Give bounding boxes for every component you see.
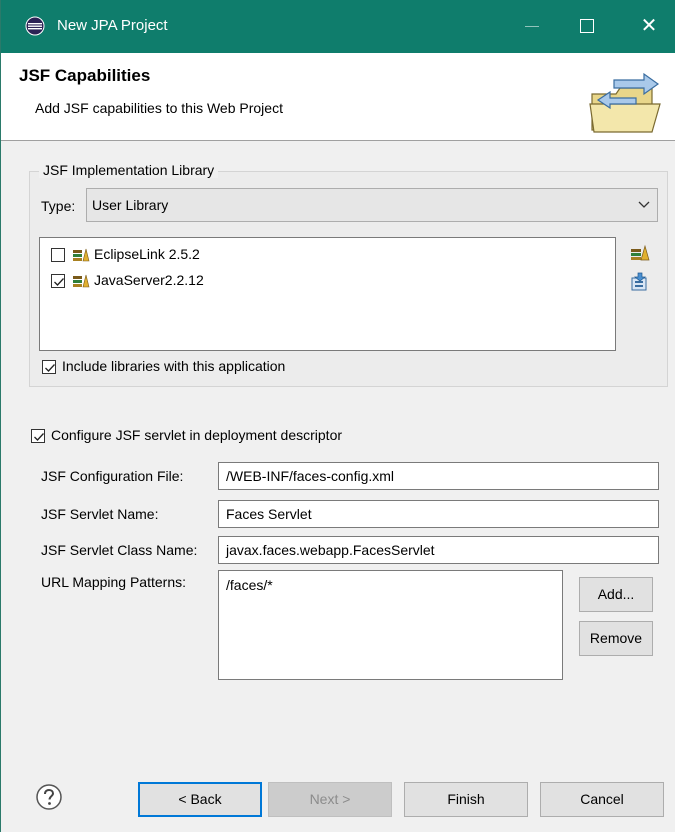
library-name: JavaServer2.2.12 — [94, 272, 204, 288]
servlet-class-field[interactable]: javax.faces.webapp.FacesServlet — [218, 536, 659, 564]
servlet-name-label: JSF Servlet Name: — [41, 506, 159, 522]
back-button[interactable]: < Back — [138, 782, 262, 817]
library-checkbox-javaserver[interactable] — [51, 274, 65, 288]
library-checkbox-eclipselink[interactable] — [51, 248, 65, 262]
window-title: New JPA Project — [57, 17, 168, 34]
manage-libraries-icon[interactable] — [630, 243, 650, 263]
page-title: JSF Capabilities — [19, 66, 151, 85]
eclipse-app-icon — [25, 16, 45, 36]
checkmark-icon — [54, 278, 64, 286]
checkmark-icon — [34, 433, 44, 441]
library-icon — [73, 274, 90, 288]
library-name: EclipseLink 2.5.2 — [94, 246, 200, 262]
help-icon[interactable] — [35, 783, 63, 811]
chevron-down-icon — [638, 201, 650, 208]
type-label: Type: — [41, 198, 76, 214]
download-library-icon[interactable] — [630, 272, 650, 292]
maximize-icon — [580, 19, 594, 33]
finish-button[interactable]: Finish — [404, 782, 528, 817]
title-bar[interactable]: New JPA Project ✕ — [1, 0, 675, 53]
library-icon — [73, 248, 90, 262]
wizard-banner: JSF Capabilities Add JSF capabilities to… — [1, 53, 675, 141]
url-patterns-list[interactable]: /faces/* — [218, 570, 563, 680]
next-button[interactable]: Next > — [268, 782, 392, 817]
close-button[interactable]: ✕ — [626, 0, 672, 53]
include-libraries-label[interactable]: Include libraries with this application — [62, 358, 285, 374]
folder-transfer-icon — [589, 72, 661, 133]
library-list[interactable]: EclipseLink 2.5.2 JavaServer2.2.12 — [39, 237, 616, 351]
config-file-field[interactable]: /WEB-INF/faces-config.xml — [218, 462, 659, 490]
config-file-label: JSF Configuration File: — [41, 468, 184, 484]
remove-pattern-button[interactable]: Remove — [579, 621, 653, 656]
type-select-value: User Library — [92, 197, 169, 213]
list-item[interactable]: /faces/* — [226, 577, 555, 593]
type-select[interactable]: User Library — [86, 188, 658, 222]
include-libraries-checkbox[interactable] — [42, 360, 56, 374]
minimize-icon — [525, 26, 539, 27]
add-pattern-button[interactable]: Add... — [579, 577, 653, 612]
checkmark-icon — [45, 364, 55, 372]
cancel-button[interactable]: Cancel — [540, 782, 664, 817]
url-patterns-label: URL Mapping Patterns: — [41, 574, 186, 590]
dialog-window: New JPA Project ✕ JSF Capabilities Add J… — [0, 0, 675, 832]
list-item[interactable]: EclipseLink 2.5.2 — [51, 245, 451, 267]
configure-servlet-label[interactable]: Configure JSF servlet in deployment desc… — [51, 427, 342, 443]
maximize-button[interactable] — [564, 0, 610, 53]
minimize-button[interactable] — [509, 0, 555, 53]
page-description: Add JSF capabilities to this Web Project — [35, 100, 283, 116]
configure-servlet-checkbox[interactable] — [31, 429, 45, 443]
implementation-library-legend: JSF Implementation Library — [39, 162, 219, 178]
servlet-name-field[interactable]: Faces Servlet — [218, 500, 659, 528]
close-icon: ✕ — [640, 15, 658, 37]
servlet-class-label: JSF Servlet Class Name: — [41, 542, 198, 558]
list-item[interactable]: JavaServer2.2.12 — [51, 271, 451, 293]
